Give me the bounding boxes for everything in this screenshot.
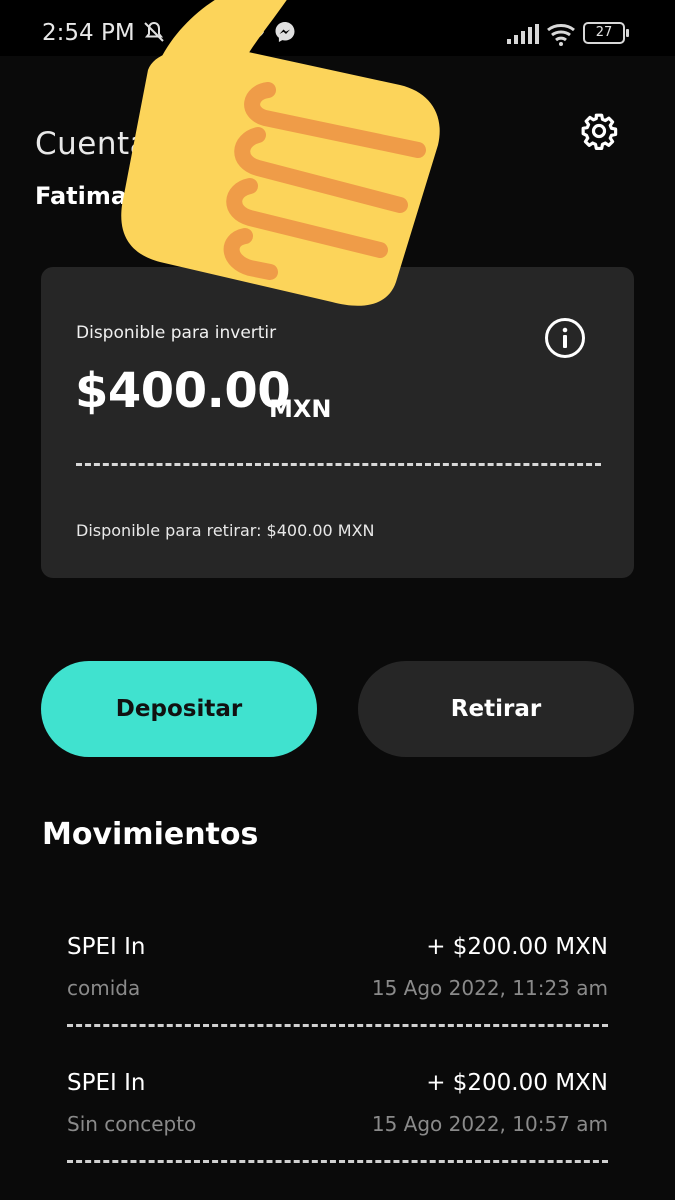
thumbs-up-emoji-icon bbox=[121, 0, 440, 306]
available-to-withdraw-text: Disponible para retirar: $400.00 MXN bbox=[76, 521, 375, 540]
movements-title: Movimientos bbox=[42, 817, 259, 852]
transaction-concept: Sin concepto bbox=[67, 1112, 197, 1136]
transaction-amount: + $200.00 MXN bbox=[426, 934, 608, 960]
card-divider bbox=[76, 463, 601, 466]
transaction-divider bbox=[67, 1024, 608, 1027]
balance-currency: MXN bbox=[269, 395, 332, 423]
signal-icon bbox=[507, 24, 539, 44]
transaction-date: 15 Ago 2022, 10:57 am bbox=[371, 1112, 608, 1136]
transaction-row[interactable]: SPEI In + $200.00 MXN Sin concepto 15 Ag… bbox=[67, 1070, 608, 1166]
transaction-divider bbox=[67, 1160, 608, 1163]
transaction-type: SPEI In bbox=[67, 934, 146, 960]
wifi-icon bbox=[547, 24, 575, 46]
info-icon[interactable] bbox=[544, 317, 586, 359]
withdraw-button[interactable]: Retirar bbox=[358, 661, 634, 757]
transaction-amount: + $200.00 MXN bbox=[426, 1070, 608, 1096]
transaction-row[interactable]: SPEI In + $200.00 MXN comida 15 Ago 2022… bbox=[67, 934, 608, 1030]
balance-amount: $400.00 bbox=[75, 363, 291, 419]
gear-icon[interactable] bbox=[580, 112, 618, 150]
transaction-date: 15 Ago 2022, 11:23 am bbox=[371, 976, 608, 1000]
battery-icon: 27 bbox=[583, 22, 629, 44]
transaction-concept: comida bbox=[67, 976, 141, 1000]
deposit-button[interactable]: Depositar bbox=[41, 661, 317, 757]
available-to-invest-label: Disponible para invertir bbox=[76, 323, 277, 343]
transaction-type: SPEI In bbox=[67, 1070, 146, 1096]
